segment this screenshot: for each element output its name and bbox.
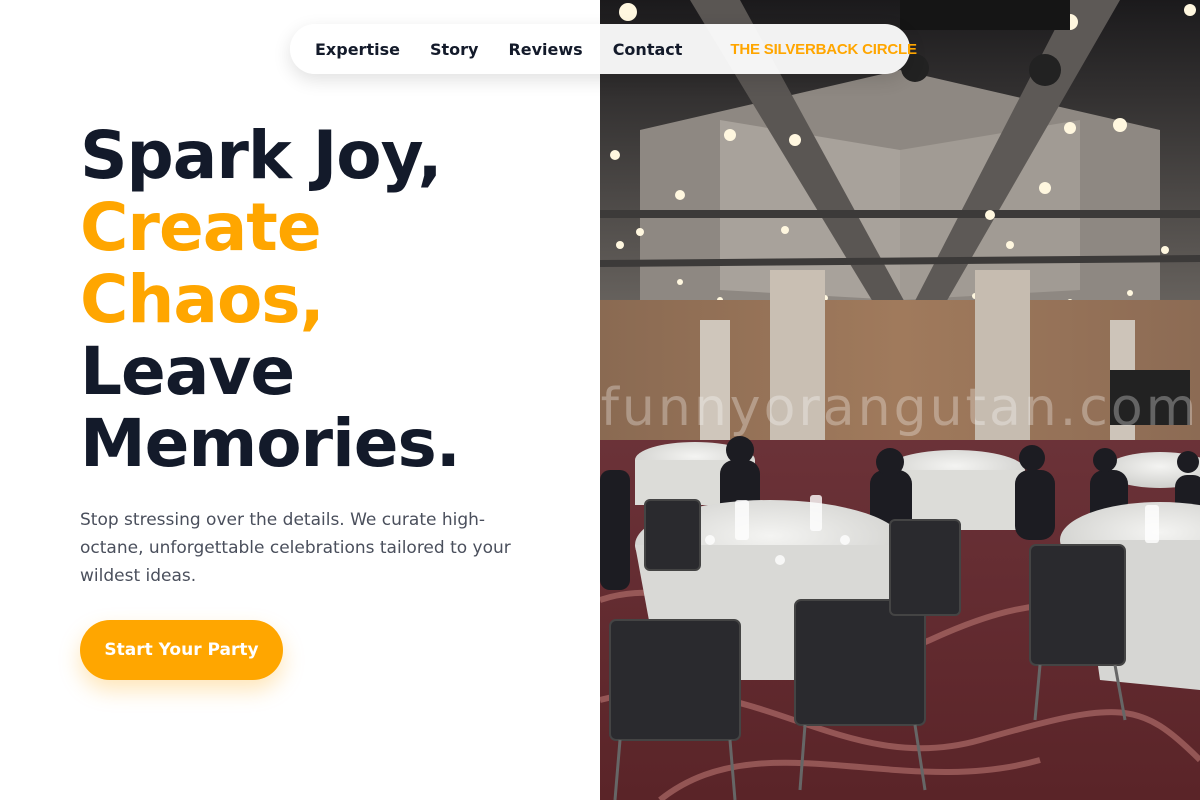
nav-link-reviews[interactable]: Reviews xyxy=(508,40,582,59)
page: Spark Joy, Create Chaos, Leave Memories.… xyxy=(0,0,1200,800)
headline-line-5: Memories. xyxy=(80,405,461,482)
headline-line-4: Leave xyxy=(80,333,295,410)
headline-line-1: Spark Joy, xyxy=(80,117,443,194)
start-party-button[interactable]: Start Your Party xyxy=(80,620,283,680)
hero-headline: Spark Joy, Create Chaos, Leave Memories. xyxy=(80,117,461,482)
headline-line-2: Create xyxy=(80,189,322,266)
hero-subtext: Stop stressing over the details. We cura… xyxy=(80,510,511,586)
ballroom-illustration xyxy=(600,0,1200,800)
brand-link[interactable]: THE SILVERBACK CIRCLE xyxy=(730,41,917,58)
nav-link-contact[interactable]: Contact xyxy=(613,40,683,59)
headline-line-3: Chaos, xyxy=(80,261,325,338)
nav-link-expertise[interactable]: Expertise xyxy=(315,40,400,59)
ballroom-photo: funnyorangutan.com xyxy=(600,0,1200,800)
top-navigation: Expertise Story Reviews Contact THE SILV… xyxy=(290,24,917,74)
nav-link-story[interactable]: Story xyxy=(430,40,478,59)
hero-section: Spark Joy, Create Chaos, Leave Memories.… xyxy=(0,0,600,800)
